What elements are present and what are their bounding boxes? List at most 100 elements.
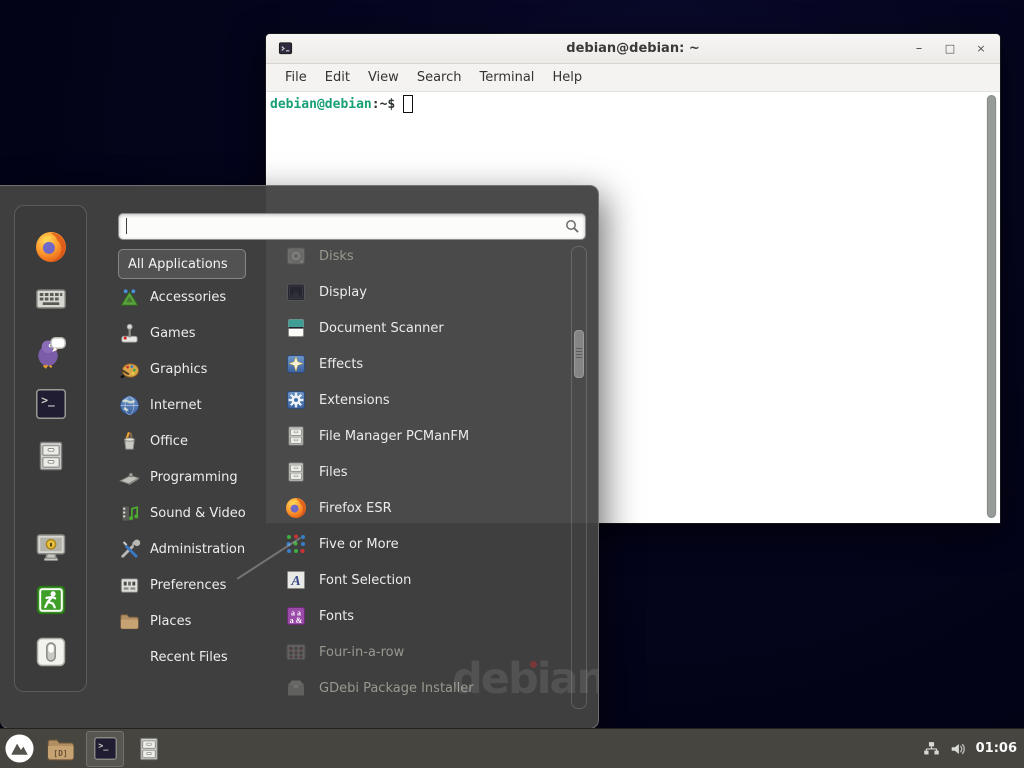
menu-search[interactable]: Search (408, 67, 471, 88)
svg-text:a &: a & (290, 616, 303, 625)
svg-text:A: A (290, 574, 300, 589)
keyboard-favorite-button[interactable] (33, 281, 69, 317)
terminal-titlebar[interactable]: debian@debian: ~ – □ × (266, 34, 1000, 64)
sound-video-icon (118, 502, 141, 525)
window-controls: – □ × (910, 34, 990, 63)
menu-file[interactable]: File (276, 67, 316, 88)
app-label: Font Selection (319, 573, 411, 588)
log-out-button[interactable] (33, 582, 69, 618)
debian-watermark: debian (452, 654, 599, 704)
app-item-extensions[interactable]: Extensions (284, 382, 564, 418)
category-games[interactable]: Games (118, 315, 268, 351)
app-label: Effects (319, 357, 363, 372)
app-list-scrollbar-thumb[interactable] (574, 330, 584, 378)
app-label: Firefox ESR (319, 501, 392, 516)
text-caret (126, 218, 127, 234)
terminal-scrollbar-thumb[interactable] (987, 95, 996, 518)
prompt-suffix: :~$ (372, 97, 395, 112)
category-recent-files[interactable]: Recent Files (118, 639, 268, 675)
games-icon (118, 322, 141, 345)
category-internet[interactable]: Internet (118, 387, 268, 423)
firefox-favorite-button[interactable] (33, 229, 69, 265)
category-label: Accessories (150, 290, 226, 305)
internet-icon (118, 394, 141, 417)
pidgin-favorite-button[interactable] (33, 334, 69, 370)
menu-view[interactable]: View (359, 67, 408, 88)
app-label: GDebi Package Installer (319, 681, 474, 696)
app-item-firefox-esr[interactable]: Firefox ESR (284, 490, 564, 526)
app-label: File Manager PCManFM (319, 429, 469, 444)
category-label: Games (150, 326, 195, 341)
clock[interactable]: 01:06 (976, 741, 1017, 756)
app-item-file-manager-pcmanfm[interactable]: File Manager PCManFM (284, 418, 564, 454)
terminal-window-button[interactable]: >_ (86, 731, 124, 767)
category-places[interactable]: Places (118, 603, 268, 639)
app-item-document-scanner[interactable]: Document Scanner (284, 310, 564, 346)
terminal-favorite-button[interactable]: >_ (33, 386, 69, 422)
category-sound-video[interactable]: Sound & Video (118, 495, 268, 531)
maximize-button[interactable]: □ (941, 43, 959, 54)
category-graphics[interactable]: Graphics (118, 351, 268, 387)
menu-button[interactable] (4, 733, 35, 764)
all-applications-button[interactable]: All Applications (118, 249, 246, 279)
app-label: Five or More (319, 537, 399, 552)
file-manager-favorite-button[interactable] (33, 438, 69, 474)
favorites-rail: >_ (14, 205, 87, 692)
app-list-scrollbar[interactable] (571, 246, 587, 709)
category-programming[interactable]: Programming (118, 459, 268, 495)
desktop: debian@debian: ~ – □ × File Edit View Se… (0, 0, 1024, 768)
menu-terminal[interactable]: Terminal (470, 67, 543, 88)
terminal-menubar: File Edit View Search Terminal Help (266, 64, 1000, 92)
firefox-icon (284, 496, 308, 520)
app-item-disks[interactable]: Disks (284, 238, 564, 274)
category-label: Internet (150, 398, 202, 413)
search-icon (564, 218, 580, 234)
app-item-font-selection[interactable]: A Font Selection (284, 562, 564, 598)
four-in-a-row-icon (284, 640, 308, 664)
app-item-display[interactable]: Display (284, 274, 564, 310)
app-item-effects[interactable]: Effects (284, 346, 564, 382)
network-icon[interactable] (923, 740, 940, 757)
svg-text:>_: >_ (98, 741, 109, 751)
app-item-five-or-more[interactable]: Five or More (284, 526, 564, 562)
category-office[interactable]: Office (118, 423, 268, 459)
volume-icon[interactable] (949, 740, 967, 758)
minimize-button[interactable]: – (910, 42, 928, 55)
all-applications-label: All Applications (128, 257, 228, 272)
app-item-files[interactable]: Files (284, 454, 564, 490)
category-list: Accessories Games Graphics Internet Offi… (118, 279, 268, 675)
category-administration[interactable]: Administration (118, 531, 268, 567)
app-label: Files (319, 465, 348, 480)
category-label: Graphics (150, 362, 207, 377)
gdebi-icon (284, 676, 308, 700)
category-accessories[interactable]: Accessories (118, 279, 268, 315)
preferences-icon (118, 574, 141, 597)
fonts-icon: a aa & (284, 604, 308, 628)
shutdown-button[interactable] (33, 634, 69, 670)
application-list: Disks Display Document Scanner Effects E… (284, 238, 564, 706)
app-label: Display (319, 285, 367, 300)
prompt-line: debian@debian:~$ (266, 92, 1000, 113)
category-label: Places (150, 614, 191, 629)
app-item-fonts[interactable]: a aa & Fonts (284, 598, 564, 634)
category-label: Programming (150, 470, 238, 485)
terminal-scrollbar[interactable] (986, 95, 997, 518)
document-scanner-icon (284, 316, 308, 340)
category-label: Recent Files (150, 650, 228, 665)
watermark-red-dot (530, 661, 537, 668)
file-manager-launcher[interactable] (133, 733, 165, 765)
office-icon (118, 430, 141, 453)
administration-icon (118, 538, 141, 561)
menu-edit[interactable]: Edit (316, 67, 359, 88)
app-label: Extensions (319, 393, 390, 408)
prompt-user-host: debian@debian (270, 97, 372, 112)
category-label: Office (150, 434, 188, 449)
display-icon (284, 280, 308, 304)
lock-screen-button[interactable] (33, 529, 69, 565)
app-label: Fonts (319, 609, 354, 624)
folder-launcher[interactable]: [D] (44, 733, 76, 765)
places-icon (118, 610, 141, 633)
menu-help[interactable]: Help (543, 67, 591, 88)
close-button[interactable]: × (972, 43, 990, 54)
search-input[interactable] (118, 213, 586, 240)
